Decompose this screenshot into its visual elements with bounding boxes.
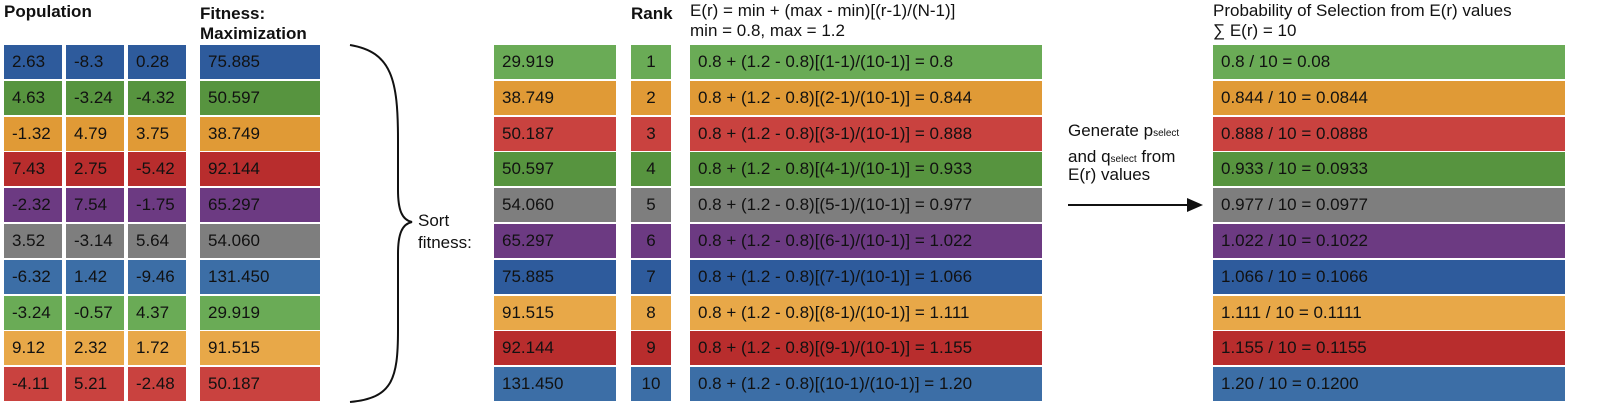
generate-arrow-head (1187, 198, 1203, 212)
connectors (349, 44, 1203, 403)
sort-brace (349, 44, 413, 403)
